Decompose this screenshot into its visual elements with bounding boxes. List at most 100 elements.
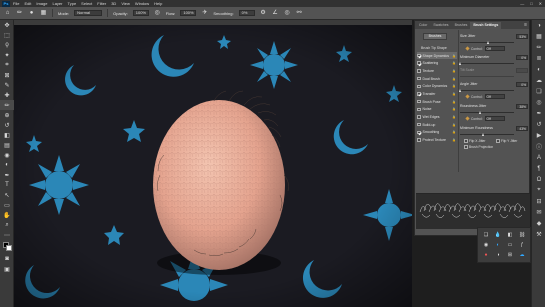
option-wet-edges[interactable]: Wet Edges 🔒	[417, 113, 457, 121]
brushes-button[interactable]: Brushes	[423, 33, 447, 40]
pen-tool-icon[interactable]: ✒	[0, 170, 14, 180]
brush-settings-toggle-icon[interactable]: ▦	[40, 10, 47, 17]
path-selection-tool-icon[interactable]: ↖	[0, 190, 14, 200]
option-brush-pose[interactable]: Brush Pose 🔒	[417, 98, 457, 106]
cloud-icon[interactable]: ☁	[519, 252, 526, 259]
lock-icon[interactable]: 🔒	[452, 115, 457, 119]
clone-stamp-tool-icon[interactable]: ⊕	[0, 110, 14, 120]
menu-help[interactable]: Help	[154, 1, 162, 6]
flip-x-jitter[interactable]: Flip X Jitter	[464, 139, 486, 143]
paragraph-panel-icon[interactable]: ¶	[532, 163, 545, 174]
option-transfer[interactable]: Transfer 🔒	[417, 90, 457, 98]
brush-projection[interactable]: Brush Projection	[464, 145, 493, 149]
brush-projection-checkbox[interactable]	[464, 145, 468, 149]
eye-icon[interactable]: ◉	[483, 242, 490, 249]
color-swatches[interactable]	[0, 240, 14, 254]
option-texture[interactable]: Texture 🔒	[417, 67, 457, 75]
type-tool-icon[interactable]: T	[0, 180, 14, 190]
lasso-tool-icon[interactable]: ϙ	[0, 40, 14, 50]
tab-swatches[interactable]: Swatches	[430, 22, 451, 29]
more-tools-icon[interactable]: ⋯	[0, 230, 14, 240]
photoshop-logo[interactable]: Ps	[2, 0, 10, 7]
lock-icon[interactable]: 🔒	[452, 130, 457, 134]
brush-tool-icon[interactable]: ✏	[0, 100, 14, 110]
tab-brushes[interactable]: Brushes	[452, 22, 471, 29]
smoothing-options-icon[interactable]: ⚙	[260, 10, 267, 17]
angle-jitter-knob[interactable]	[458, 88, 461, 92]
menu-edit[interactable]: Edit	[24, 1, 31, 6]
notes-panel-icon[interactable]: ✉	[532, 207, 545, 218]
option-checkbox[interactable]	[417, 138, 421, 142]
folder-icon[interactable]: ▭	[507, 242, 514, 249]
tab-brush-settings[interactable]: Brush Settings	[470, 22, 502, 29]
eyedropper-tool-icon[interactable]: ✎	[0, 80, 14, 90]
channels-panel-icon[interactable]: ◎	[532, 97, 545, 108]
fx-icon[interactable]: ƒ	[519, 242, 526, 249]
menu-type[interactable]: Type	[68, 1, 77, 6]
option-shape-dynamics[interactable]: Shape Dynamics 🔒	[417, 51, 457, 60]
frame-tool-icon[interactable]: ⊠	[0, 70, 14, 80]
panel-menu-icon[interactable]: ≡	[524, 21, 527, 29]
size-jitter-slider[interactable]	[460, 40, 514, 44]
min-diameter-knob[interactable]	[458, 61, 461, 65]
brush-tool-icon[interactable]: ✏	[16, 10, 23, 17]
contrast-icon[interactable]: ◑	[495, 252, 502, 259]
option-build-up[interactable]: Build-up 🔒	[417, 121, 457, 129]
option-protect-texture[interactable]: Protect Texture 🔒	[417, 136, 457, 144]
adjust-icon[interactable]: ◐	[495, 242, 502, 249]
min-roundness-value[interactable]: 43%	[516, 126, 528, 131]
glyphs-panel-icon[interactable]: Ω	[532, 174, 545, 185]
screen-mode-icon[interactable]: ▣	[0, 264, 14, 274]
lock-icon[interactable]: 🔒	[452, 138, 457, 142]
drop-icon[interactable]: 💧	[495, 232, 502, 239]
option-checkbox[interactable]	[417, 69, 421, 73]
option-checkbox[interactable]	[417, 107, 421, 112]
paths-panel-icon[interactable]: ✒	[532, 108, 545, 119]
airbrush-icon[interactable]: ✈	[201, 10, 208, 17]
flow-input[interactable]: 100%	[180, 10, 197, 16]
close-button[interactable]: ✕	[539, 0, 542, 7]
symmetry-icon[interactable]: ⚯	[296, 10, 303, 17]
lock-icon[interactable]: 🔒	[452, 61, 457, 65]
menu-select[interactable]: Select	[81, 1, 92, 6]
angle-control-select[interactable]: Off	[484, 94, 505, 99]
lock-icon[interactable]: 🔒	[452, 123, 457, 127]
quick-mask-icon[interactable]: ◙	[0, 254, 14, 264]
swatches-panel-icon[interactable]: ▦	[532, 31, 545, 42]
pressure-size-icon[interactable]: ◎	[284, 10, 291, 17]
lock-icon[interactable]: 🔒	[452, 54, 457, 58]
magic-wand-tool-icon[interactable]: ✦	[0, 50, 14, 60]
navigator-panel-icon[interactable]: ⌖	[532, 185, 545, 196]
zoom-tool-icon[interactable]: ⌕	[0, 220, 14, 230]
background-color-swatch[interactable]	[6, 245, 12, 251]
rectangle-tool-icon[interactable]: ▭	[0, 200, 14, 210]
brushes-panel-icon[interactable]: ✏	[532, 42, 545, 53]
flip-x-checkbox[interactable]	[464, 139, 468, 143]
option-checkbox[interactable]	[417, 84, 421, 89]
min-roundness-knob[interactable]	[481, 132, 484, 136]
roundness-control-select[interactable]: Off	[484, 116, 505, 121]
menu-window[interactable]: Window	[135, 1, 149, 6]
menu-filter[interactable]: Filter	[97, 1, 106, 6]
layers-panel-icon[interactable]: ❏	[532, 86, 545, 97]
tool-presets-panel-icon[interactable]: ⚒	[532, 229, 545, 240]
option-noise[interactable]: Noise 🔒	[417, 106, 457, 114]
history-panel-icon[interactable]: ↺	[532, 119, 545, 130]
libraries-panel-icon[interactable]: ☁	[532, 75, 545, 86]
record-icon[interactable]: ●	[483, 252, 490, 259]
home-icon[interactable]: ⌂	[4, 10, 11, 17]
size-jitter-value[interactable]: 53%	[516, 34, 528, 39]
angle-icon[interactable]: ∠	[272, 10, 279, 17]
option-dual-brush[interactable]: Dual Brush 🔒	[417, 75, 457, 83]
brush-preset-picker[interactable]: ●	[28, 10, 35, 17]
pressure-opacity-icon[interactable]: ◎	[154, 10, 161, 17]
option-checkbox[interactable]	[417, 53, 421, 58]
info-panel-icon[interactable]: ⓘ	[532, 141, 545, 152]
healing-tool-icon[interactable]: ✚	[0, 90, 14, 100]
menu-view[interactable]: View	[121, 1, 130, 6]
document-canvas[interactable]	[14, 25, 412, 307]
mode-select[interactable]: Normal	[74, 10, 103, 16]
option-color-dynamics[interactable]: Color Dynamics 🔒	[417, 82, 457, 90]
adjustments-panel-icon[interactable]: ◐	[532, 64, 545, 75]
menu-3d[interactable]: 3D	[111, 1, 116, 6]
